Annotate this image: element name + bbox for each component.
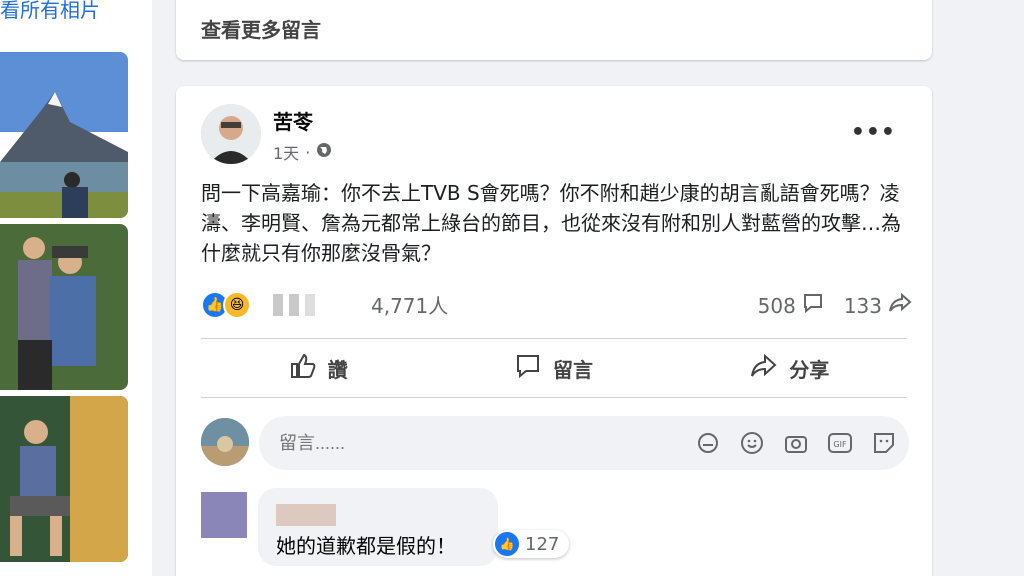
post-body-text: 問一下高嘉瑜：你不去上TVB S會死嗎？你不附和趙少康的胡言亂語會死嗎？凌濤、李… <box>201 181 901 265</box>
comment-button[interactable]: 留言 <box>436 339 671 397</box>
previous-post-card: 查看更多留言 <box>176 0 932 60</box>
share-icon <box>749 353 777 384</box>
composer-tools: GIF <box>695 430 897 456</box>
comment-composer: GIF <box>201 416 911 474</box>
post-action-bar: 讚 留言 分享 <box>201 338 907 398</box>
reaction-count[interactable]: 4,771人 <box>371 290 448 319</box>
like-button[interactable]: 讚 <box>201 339 436 397</box>
post-time[interactable]: 1天 <box>273 140 299 164</box>
more-options-icon[interactable]: ••• <box>851 120 896 145</box>
author-avatar[interactable] <box>201 104 261 164</box>
share-count[interactable]: 133 <box>844 292 912 319</box>
photo-thumbnail-couple[interactable] <box>0 224 128 390</box>
separator-dot: · <box>305 142 311 162</box>
svg-text:GIF: GIF <box>833 440 847 449</box>
comment-text: 她的道歉都是假的！ <box>276 534 456 558</box>
avatar-sticker-icon[interactable] <box>695 430 721 456</box>
post-author-name[interactable]: 苦苓 <box>273 106 313 135</box>
haha-reaction-icon: 😆 <box>223 290 251 319</box>
globe-icon <box>316 142 332 162</box>
comment-icon <box>515 353 541 384</box>
camera-icon[interactable] <box>783 430 809 456</box>
see-all-photos-link[interactable]: 看所有相片 <box>0 0 100 23</box>
current-user-avatar[interactable] <box>201 418 249 466</box>
comment-bubble: 她的道歉都是假的！ <box>258 488 498 566</box>
thumbs-up-icon <box>290 353 316 384</box>
reactions-summary[interactable]: 👍 😆 4,771人 <box>201 290 448 319</box>
commenter-avatar-blurred[interactable] <box>201 492 247 538</box>
share-arrow-icon <box>888 292 912 319</box>
emoji-icon[interactable] <box>739 430 765 456</box>
like-reaction-icon: 👍 <box>495 532 519 556</box>
photo-thumbnail-seated-man[interactable] <box>0 396 128 562</box>
share-button[interactable]: 分享 <box>672 339 907 397</box>
gif-icon[interactable]: GIF <box>827 430 853 456</box>
sticker-icon[interactable] <box>871 430 897 456</box>
post-counts: 508 133 <box>758 292 912 319</box>
comment-bubble-icon <box>802 292 824 319</box>
reactor-names-blurred <box>273 293 315 316</box>
post-card: 苦苓 1天 · ••• 問一下高嘉瑜：你不去上TVB S會死嗎？你不附和趙少康的… <box>176 86 932 576</box>
view-more-comments-link[interactable]: 查看更多留言 <box>201 14 321 43</box>
photos-sidebar: 看所有相片 <box>0 0 152 576</box>
comment-count[interactable]: 508 <box>758 292 824 319</box>
commenter-name-blurred[interactable] <box>276 504 336 526</box>
post-meta: 1天 · <box>273 140 332 164</box>
comment-like-count[interactable]: 👍 127 <box>493 530 570 558</box>
photo-thumbnail-mountain[interactable] <box>0 52 128 218</box>
